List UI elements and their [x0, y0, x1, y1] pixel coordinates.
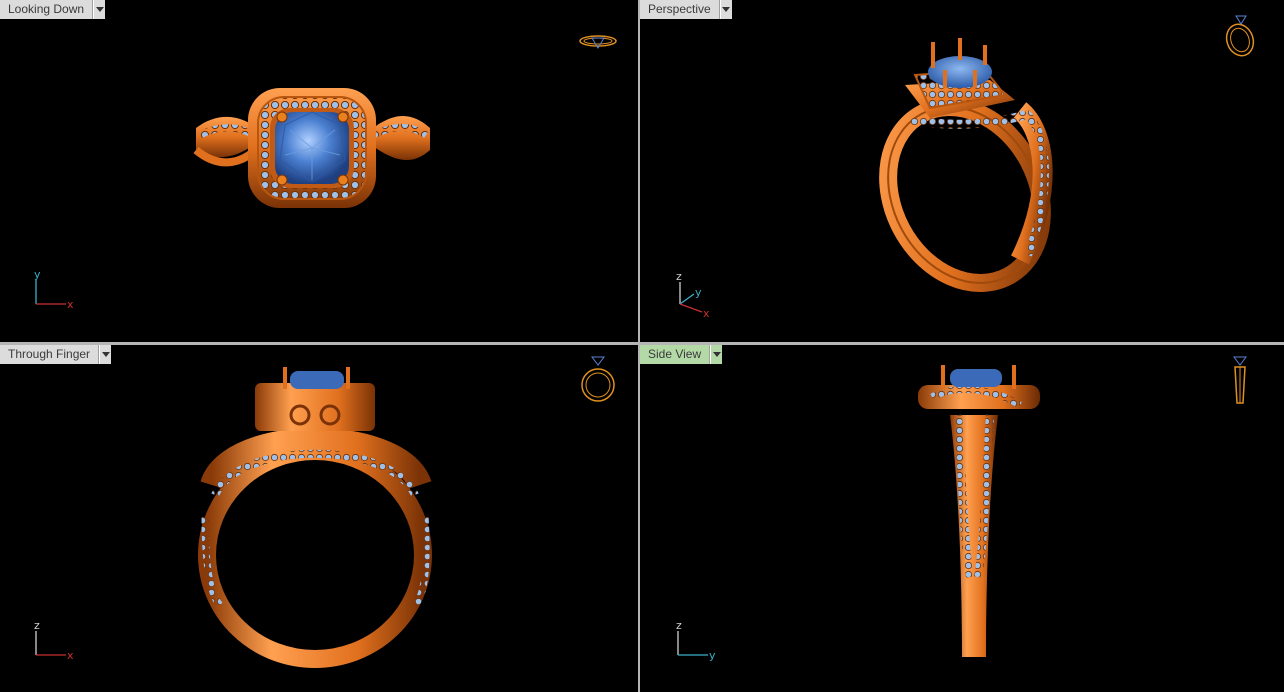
axis-label-y: y	[709, 649, 716, 662]
axis-label-z: z	[676, 619, 682, 632]
viewport-name[interactable]: Side View	[640, 345, 711, 364]
viewport-name[interactable]: Through Finger	[0, 345, 100, 364]
axis-label-y: y	[34, 268, 41, 281]
dropdown-arrow-icon[interactable]	[710, 345, 723, 364]
dropdown-arrow-icon[interactable]	[719, 0, 732, 19]
ring-render-front	[198, 367, 432, 668]
axis-label-z: z	[676, 270, 682, 283]
viewport-perspective[interactable]: Perspective z y x	[640, 0, 1284, 342]
ring-render-top	[193, 88, 430, 208]
viewport-through-finger[interactable]: Through Finger z x	[0, 345, 638, 692]
ring-nav-icon[interactable]	[1220, 12, 1260, 60]
ring-nav-icon[interactable]	[576, 353, 620, 403]
axis-label-x: x	[67, 298, 74, 311]
viewport-side-view[interactable]: Side View z y	[640, 345, 1284, 692]
axis-indicator: z y x	[676, 270, 710, 320]
viewport-tab[interactable]: Looking Down	[0, 0, 106, 19]
axis-indicator: z y	[676, 619, 716, 662]
axis-label-z: z	[34, 619, 40, 632]
axis-indicator: y x	[34, 268, 74, 311]
axis-label-y: y	[695, 286, 702, 299]
dropdown-arrow-icon[interactable]	[99, 345, 112, 364]
viewport-tab[interactable]: Through Finger	[0, 345, 112, 364]
ring-nav-icon[interactable]	[576, 30, 620, 54]
viewport-name[interactable]: Perspective	[640, 0, 720, 19]
viewport-tab[interactable]: Side View	[640, 345, 723, 364]
viewport-grid: Looking Down y x Perspective z y x Throu…	[0, 0, 1284, 692]
ring-render-side	[918, 365, 1040, 657]
axis-label-x: x	[703, 307, 710, 320]
ring-nav-icon[interactable]	[1226, 353, 1254, 407]
dropdown-arrow-icon[interactable]	[93, 0, 106, 19]
axis-indicator: z x	[34, 619, 74, 662]
ring-render-perspective	[879, 38, 1053, 292]
viewport-looking-down[interactable]: Looking Down y x	[0, 0, 638, 342]
viewport-name[interactable]: Looking Down	[0, 0, 94, 19]
viewport-tab[interactable]: Perspective	[640, 0, 732, 19]
axis-label-x: x	[67, 649, 74, 662]
